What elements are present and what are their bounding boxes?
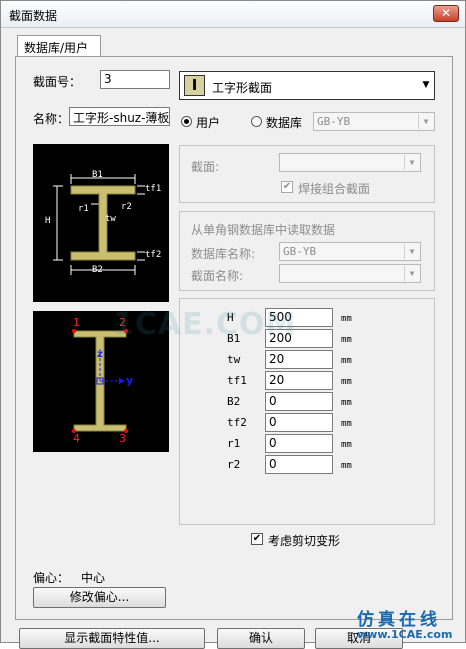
- section-select[interactable]: ▼: [279, 153, 421, 172]
- name-label: 名称：: [33, 112, 70, 126]
- database-select[interactable]: GB-YB ▼: [313, 112, 435, 131]
- welded-checkbox[interactable]: ✔: [281, 181, 293, 193]
- label-tf2: tf2: [145, 250, 162, 260]
- db-name-label: 数据库名称:: [191, 247, 256, 261]
- param-input-2[interactable]: 20: [265, 350, 333, 369]
- shear-deformation-label: 考虑剪切变形: [268, 534, 341, 548]
- window-title: 截面数据: [9, 9, 58, 23]
- param-unit-6: mm: [341, 440, 352, 450]
- param-unit-4: mm: [341, 398, 352, 408]
- chevron-down-icon: ▼: [404, 266, 419, 281]
- name-input[interactable]: 工字形-shuz-薄板: [69, 107, 170, 126]
- param-input-5[interactable]: 0: [265, 413, 333, 432]
- database-select-value: GB-YB: [317, 115, 351, 128]
- label-tw: tw: [105, 214, 116, 224]
- param-unit-7: mm: [341, 461, 352, 471]
- shear-deformation-checkbox[interactable]: ✔: [251, 533, 263, 545]
- label-h: H: [45, 216, 51, 226]
- param-input-6[interactable]: 0: [265, 434, 333, 453]
- ok-button[interactable]: 确认: [217, 628, 305, 649]
- section-name-select[interactable]: ▼: [279, 264, 421, 283]
- param-name-2: tw: [227, 353, 241, 366]
- section-label: 截面:: [191, 160, 220, 174]
- point-4-label: 4: [73, 432, 80, 445]
- section-number-input[interactable]: 3: [100, 70, 170, 89]
- database-radio[interactable]: [251, 116, 262, 127]
- tab-database-user[interactable]: 数据库/用户: [17, 35, 101, 57]
- offset-label: 偏心：: [33, 571, 70, 585]
- dimension-diagram: B1 B2 H tf1 tf2 tw r1 r2: [33, 144, 169, 302]
- label-b1: B1: [92, 170, 103, 180]
- param-name-7: r2: [227, 458, 241, 471]
- db-name-select[interactable]: GB-YB ▼: [279, 242, 421, 261]
- param-name-4: B2: [227, 395, 241, 408]
- i-beam-dimension-drawing: [53, 174, 145, 275]
- watermark-text: 1CAE.COM: [113, 307, 297, 342]
- user-radio[interactable]: [181, 116, 192, 127]
- param-name-5: tf2: [227, 416, 247, 429]
- angle-db-title: 从单角钢数据库中读取数据: [191, 223, 336, 237]
- param-unit-1: mm: [341, 335, 352, 345]
- param-name-6: r1: [227, 437, 241, 450]
- user-radio-label: 用户: [196, 116, 221, 130]
- label-tf1: tf1: [145, 184, 162, 194]
- label-r2: r2: [121, 202, 132, 212]
- param-unit-5: mm: [341, 419, 352, 429]
- show-section-properties-button[interactable]: 显示截面特性值...: [19, 628, 205, 649]
- section-data-dialog: 截面数据 ✕ 数据库/用户 截面号： 3 I 工字形截面 ▼ 名称： 工字形-s…: [0, 0, 466, 649]
- modify-offset-button[interactable]: 修改偏心...: [33, 587, 166, 608]
- param-input-3[interactable]: 20: [265, 371, 333, 390]
- chevron-down-icon: ▼: [404, 244, 419, 259]
- watermark-brand: 仿真在线: [357, 610, 441, 630]
- chevron-down-icon: ▼: [422, 80, 430, 90]
- close-button[interactable]: ✕: [433, 5, 459, 22]
- param-unit-0: mm: [341, 314, 352, 324]
- point-1-label: 1: [73, 316, 80, 329]
- chevron-down-icon: ▼: [418, 114, 433, 129]
- param-unit-3: mm: [341, 377, 352, 387]
- welded-label: 焊接组合截面: [298, 182, 371, 196]
- i-beam-icon: I: [184, 75, 205, 96]
- section-number-label: 截面号：: [33, 75, 82, 89]
- y-axis-label: y: [126, 374, 134, 387]
- param-input-7[interactable]: 0: [265, 455, 333, 474]
- watermark-site: www.1CAE.com: [357, 628, 453, 641]
- section-name-label: 截面名称:: [191, 269, 244, 283]
- chevron-down-icon: ▼: [404, 155, 419, 170]
- z-axis-label: z: [97, 349, 103, 360]
- param-unit-2: mm: [341, 356, 352, 366]
- offset-value: 中心: [81, 571, 106, 585]
- database-radio-label: 数据库: [266, 116, 303, 130]
- db-name-select-value: GB-YB: [283, 245, 317, 258]
- label-b2: B2: [92, 265, 103, 275]
- param-name-3: tf1: [227, 374, 247, 387]
- label-r1: r1: [78, 204, 89, 214]
- title-bar: 截面数据 ✕: [1, 1, 465, 28]
- section-type-select[interactable]: I 工字形截面 ▼: [179, 71, 435, 100]
- section-type-value: 工字形截面: [212, 81, 273, 95]
- point-3-label: 3: [119, 432, 126, 445]
- param-input-4[interactable]: 0: [265, 392, 333, 411]
